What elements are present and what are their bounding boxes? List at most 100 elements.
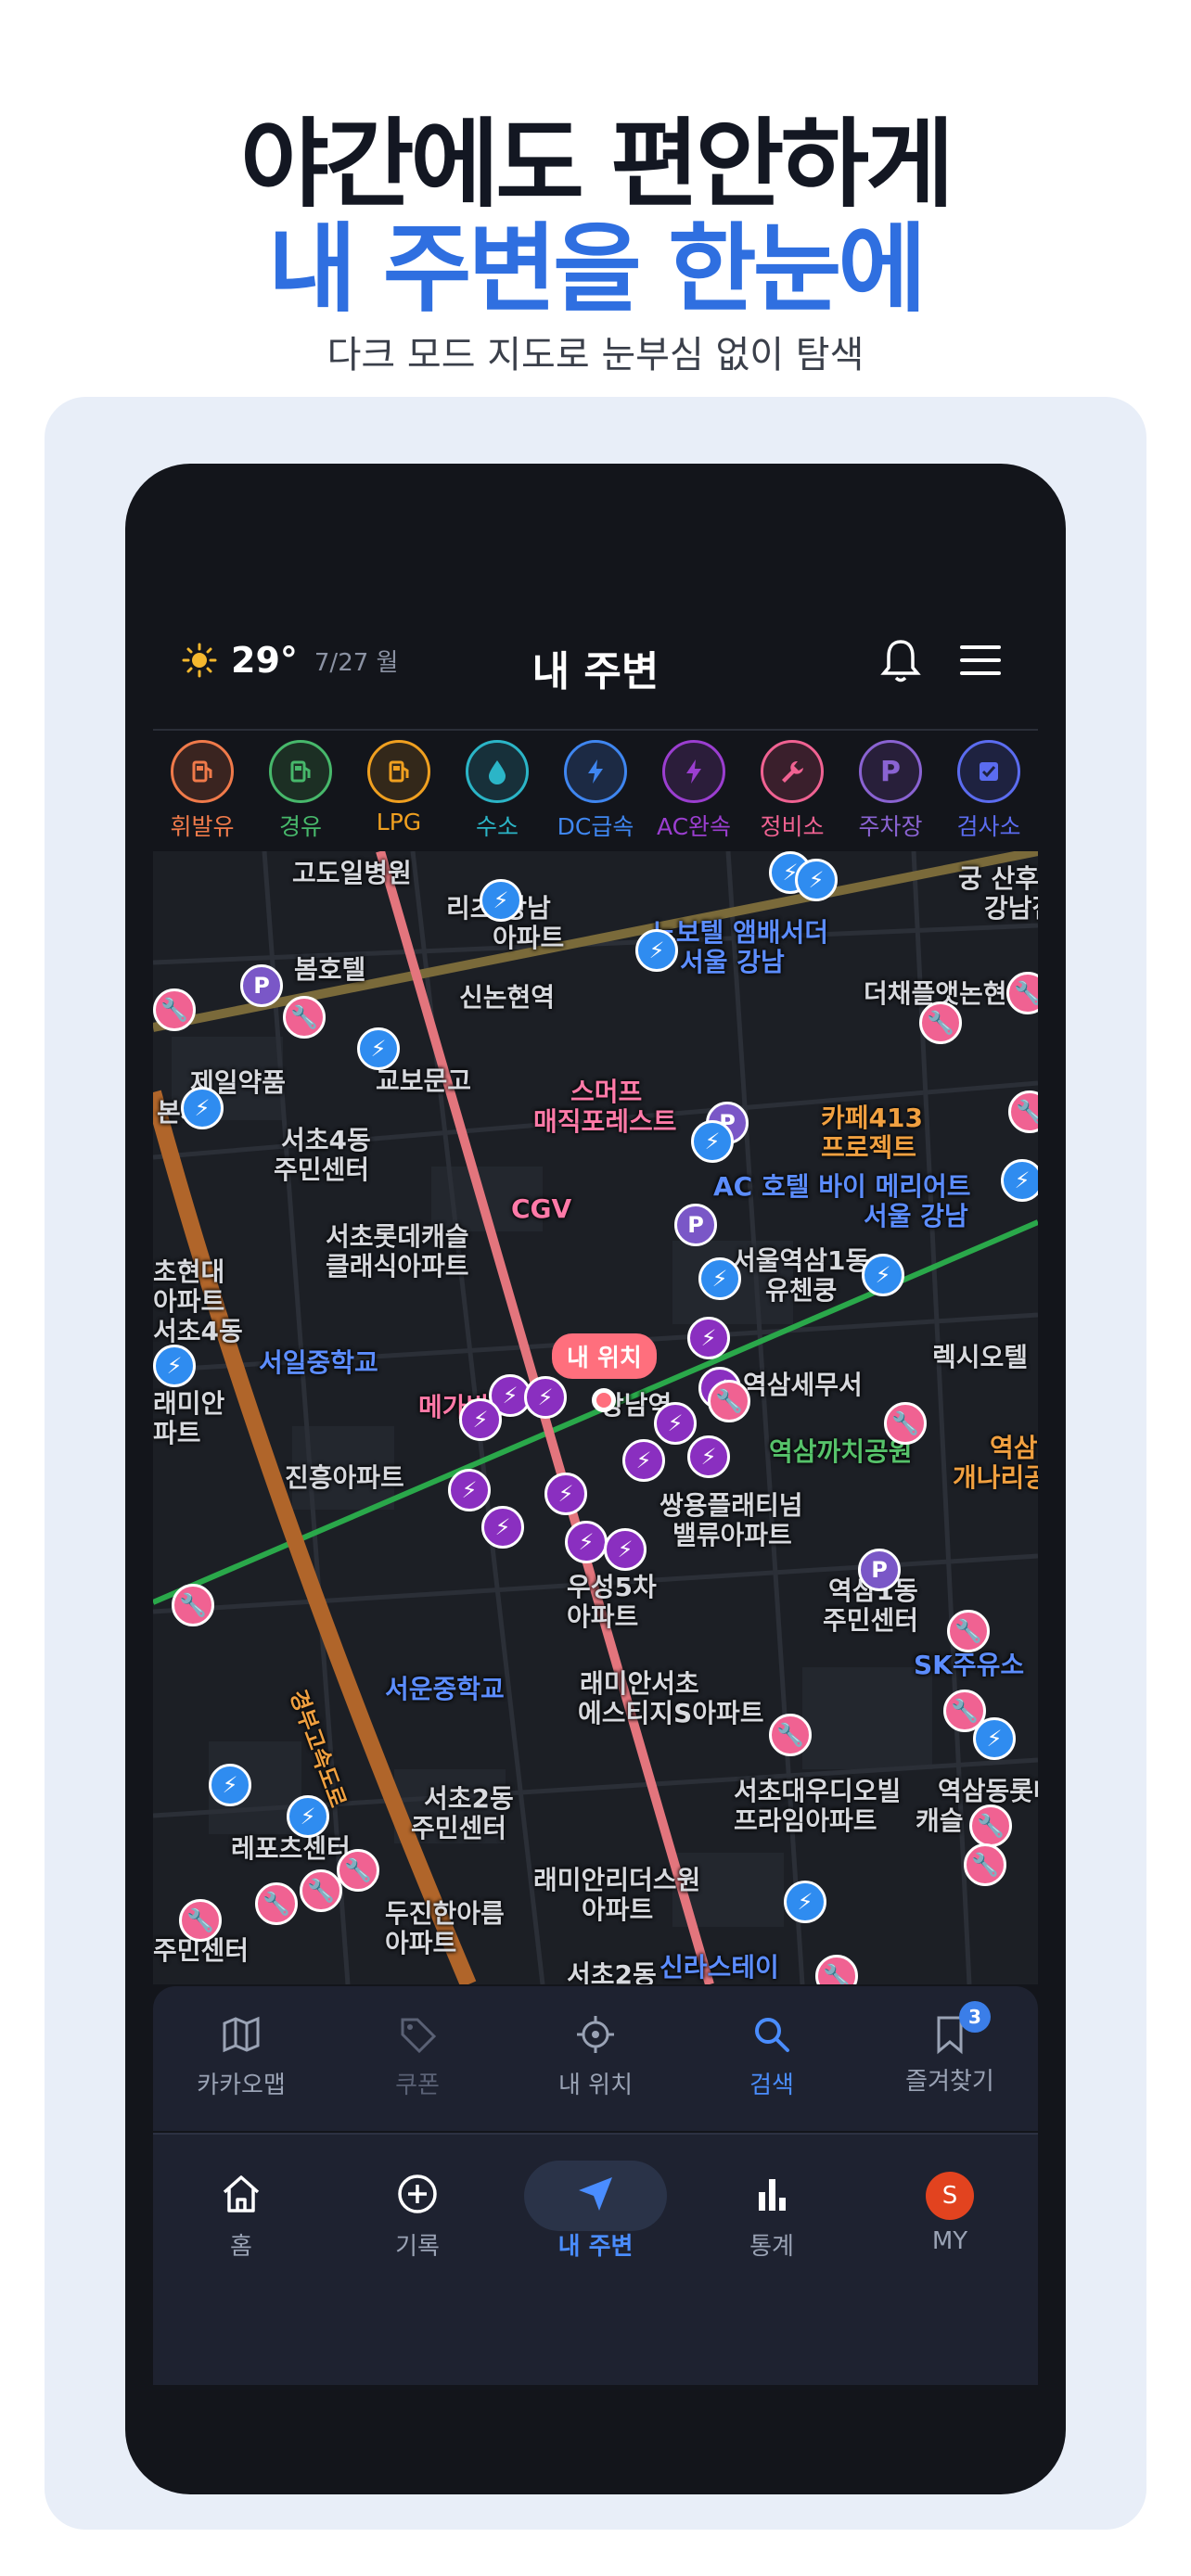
- bell-icon[interactable]: [880, 638, 921, 684]
- nav-stats[interactable]: 통계: [684, 2172, 860, 2262]
- nav-my[interactable]: S MY: [862, 2172, 1038, 2255]
- repair-pin[interactable]: 🔧: [337, 1849, 379, 1892]
- map-toolbar: 카카오맵 쿠폰 내 위치 검색 3 즐겨찾기: [153, 1986, 1038, 2131]
- charger-pin[interactable]: ⚡: [480, 879, 522, 922]
- tab-label: 카카오맵: [197, 2072, 286, 2099]
- repair-pin[interactable]: 🔧: [884, 1402, 927, 1445]
- map-label: 캐슬: [916, 1805, 964, 1836]
- parking-pin[interactable]: P: [240, 964, 283, 1007]
- repair-pin[interactable]: 🔧: [283, 996, 326, 1039]
- charger-pin[interactable]: ⚡: [654, 1402, 697, 1445]
- repair-pin[interactable]: 🔧: [172, 1584, 214, 1626]
- charger-pin[interactable]: ⚡: [181, 1087, 224, 1129]
- charger-pin[interactable]: ⚡: [973, 1717, 1016, 1760]
- phone-frame: 29° 7/27 월 내 주변 휘발유 경유 LPG 수소 DC급속 AC완속 …: [125, 464, 1066, 2494]
- charger-pin[interactable]: ⚡: [481, 1506, 524, 1549]
- charger-pin[interactable]: ⚡: [687, 1317, 730, 1359]
- top-bar: 29° 7/27 월 내 주변: [153, 621, 1038, 714]
- parking-pin[interactable]: P: [858, 1549, 901, 1591]
- filter-label: 정비소: [760, 813, 825, 840]
- gas-pump-icon: [171, 740, 234, 803]
- charger-pin[interactable]: ⚡: [448, 1469, 491, 1511]
- menu-icon[interactable]: [958, 642, 1003, 679]
- map-label: 신라스테이: [660, 1952, 779, 1983]
- repair-pin[interactable]: 🔧: [179, 1899, 222, 1942]
- charger-pin[interactable]: ⚡: [604, 1528, 647, 1571]
- tab-coupon[interactable]: 쿠폰: [329, 2014, 506, 2100]
- map-label: 노보텔 앰배서더: [652, 917, 829, 948]
- filter-repair-shop[interactable]: 정비소: [743, 740, 841, 842]
- tab-label: 쿠폰: [395, 2072, 440, 2099]
- search-icon: [755, 2018, 789, 2052]
- map-label: 주민센터: [411, 1813, 507, 1843]
- map-label: 래미안리더스원: [533, 1865, 701, 1895]
- tab-favorites[interactable]: 3 즐겨찾기: [862, 2001, 1038, 2097]
- navigation-arrow-icon: [579, 2177, 612, 2211]
- my-location-marker[interactable]: 내 위치: [552, 1333, 657, 1412]
- charger-pin[interactable]: ⚡: [622, 1439, 665, 1482]
- filter-label: 수소: [475, 813, 519, 840]
- map-label: 교보문고: [376, 1065, 472, 1096]
- nav-home[interactable]: 홈: [153, 2172, 329, 2262]
- filter-lpg[interactable]: LPG: [350, 740, 448, 835]
- charger-pin[interactable]: ⚡: [459, 1398, 502, 1441]
- charger-pin[interactable]: ⚡: [691, 1120, 734, 1163]
- charger-pin[interactable]: ⚡: [635, 929, 678, 972]
- tab-kakaomap[interactable]: 카카오맵: [153, 2014, 329, 2100]
- charger-pin[interactable]: ⚡: [698, 1257, 741, 1300]
- crosshair-icon: [577, 2016, 614, 2053]
- charger-pin[interactable]: ⚡: [687, 1435, 730, 1478]
- nav-label: 내 주변: [557, 2233, 634, 2261]
- map-label: 프로젝트: [821, 1132, 917, 1163]
- map-label: 파트: [153, 1418, 201, 1448]
- filter-inspection[interactable]: 검사소: [940, 740, 1038, 842]
- filter-gasoline[interactable]: 휘발유: [153, 740, 251, 842]
- map-label: 유첸쿵: [765, 1275, 838, 1306]
- charger-pin[interactable]: ⚡: [287, 1795, 329, 1838]
- charger-pin[interactable]: ⚡: [784, 1881, 826, 1923]
- charger-pin[interactable]: ⚡: [795, 859, 838, 901]
- repair-pin[interactable]: 🔧: [153, 988, 196, 1031]
- filter-label: LPG: [376, 809, 422, 835]
- charger-pin[interactable]: ⚡: [544, 1473, 587, 1515]
- repair-pin[interactable]: 🔧: [708, 1380, 750, 1422]
- tab-label: 내 위치: [557, 2072, 634, 2099]
- map-label: 프라임아파트: [734, 1805, 877, 1836]
- filter-diesel[interactable]: 경유: [251, 740, 350, 842]
- filter-hydrogen[interactable]: 수소: [448, 740, 546, 842]
- filter-dc-fast[interactable]: DC급속: [546, 740, 645, 842]
- parking-pin[interactable]: P: [674, 1204, 717, 1246]
- repair-pin[interactable]: 🔧: [919, 1001, 962, 1044]
- bottom-navigation: 홈 기록 내 주변 통계 S MY: [153, 2133, 1038, 2385]
- nav-label: 홈: [230, 2233, 252, 2261]
- map-label: 서일중학교: [259, 1347, 378, 1378]
- repair-pin[interactable]: 🔧: [969, 1804, 1012, 1847]
- repair-pin[interactable]: 🔧: [964, 1843, 1006, 1886]
- charger-pin[interactable]: ⚡: [209, 1764, 251, 1806]
- lightning-icon: [662, 740, 725, 803]
- charger-pin[interactable]: ⚡: [1001, 1159, 1038, 1202]
- map-label: 역삼: [990, 1433, 1038, 1463]
- header-divider: [153, 729, 1038, 731]
- map-label: AC 호텔 바이 메리어트: [713, 1171, 971, 1202]
- tab-search[interactable]: 검색: [684, 2014, 860, 2100]
- map-label: 아파트: [385, 1928, 457, 1958]
- repair-pin[interactable]: 🔧: [947, 1610, 990, 1652]
- repair-pin[interactable]: 🔧: [769, 1714, 812, 1756]
- map-view[interactable]: 고도일병원 리츠 강남 아파트 노보텔 앰배서더 서울 강남 궁 산후 강남점 …: [153, 851, 1038, 1984]
- nav-record[interactable]: 기록: [329, 2172, 506, 2262]
- charger-pin[interactable]: ⚡: [565, 1521, 608, 1563]
- charger-pin[interactable]: ⚡: [357, 1027, 400, 1070]
- charger-pin[interactable]: ⚡: [153, 1345, 196, 1387]
- filter-ac-slow[interactable]: AC완속: [645, 740, 743, 842]
- filter-parking[interactable]: P 주차장: [841, 740, 940, 842]
- nav-nearby[interactable]: 내 주변: [507, 2172, 684, 2262]
- tab-my-location[interactable]: 내 위치: [507, 2014, 684, 2100]
- location-dot-icon: [592, 1388, 617, 1412]
- map-label: 신논현역: [459, 982, 556, 1013]
- map-label: 궁 산후: [958, 863, 1038, 894]
- repair-pin[interactable]: 🔧: [255, 1882, 298, 1925]
- repair-pin[interactable]: 🔧: [300, 1869, 342, 1912]
- charger-pin[interactable]: ⚡: [862, 1254, 904, 1296]
- map-label: 렉시오텔: [932, 1342, 1029, 1372]
